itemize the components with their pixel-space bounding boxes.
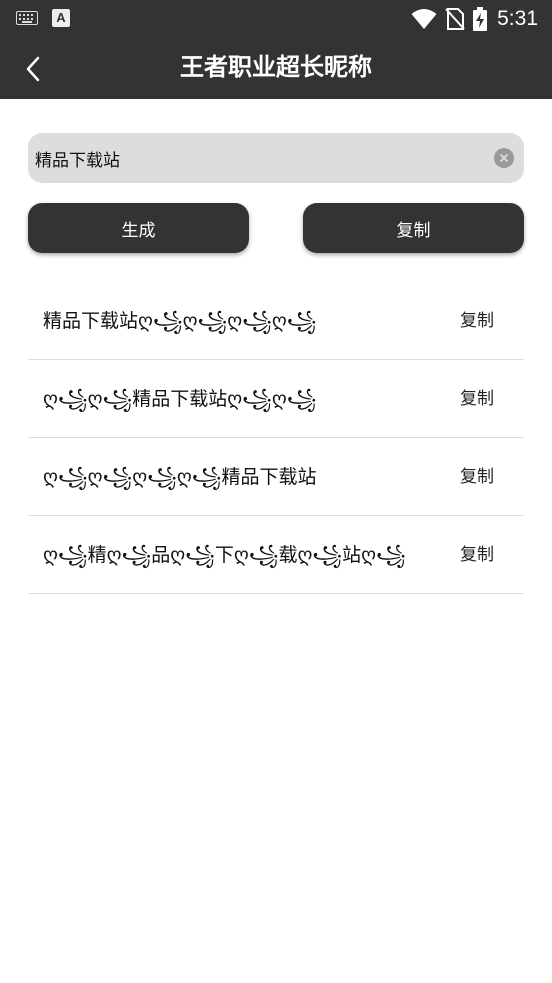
result-row: ღ꧁精ღ꧁品ღ꧁下ღ꧁载ღ꧁站ღ꧁ 复制 — [28, 516, 524, 594]
clock: 5:31 — [497, 7, 538, 30]
status-bar: A 5:31 — [0, 0, 552, 38]
battery-charging-icon — [473, 7, 488, 31]
copy-button[interactable]: 复制 — [303, 203, 524, 253]
nickname-input-container — [28, 133, 524, 183]
row-copy-button[interactable]: 复制 — [460, 438, 494, 516]
row-copy-button[interactable]: 复制 — [460, 360, 494, 438]
result-text: ღ꧁ღ꧁精品下载站ღ꧁ღ꧁ — [43, 387, 317, 410]
result-row: 精品下载站ღ꧁ღ꧁ღ꧁ღ꧁ 复制 — [28, 282, 524, 360]
result-row: ღ꧁ღ꧁精品下载站ღ꧁ღ꧁ 复制 — [28, 360, 524, 438]
back-button[interactable] — [16, 52, 50, 86]
app-bar: 王者职业超长昵称 — [0, 38, 552, 99]
status-left: A — [16, 9, 70, 27]
status-right: 5:31 — [403, 6, 538, 32]
result-list: 精品下载站ღ꧁ღ꧁ღ꧁ღ꧁ 复制 ღ꧁ღ꧁精品下载站ღ꧁ღ꧁ 复制 ღ꧁ღ꧁ღ꧁… — [28, 282, 524, 594]
row-copy-button[interactable]: 复制 — [460, 282, 494, 360]
page-title: 王者职业超长昵称 — [180, 53, 372, 81]
result-text: ღ꧁ღ꧁ღ꧁ღ꧁精品下载站 — [43, 465, 317, 488]
result-text: 精品下载站ღ꧁ღ꧁ღ꧁ღ꧁ — [43, 309, 317, 332]
chevron-left-icon — [26, 56, 40, 82]
keyboard-icon — [16, 11, 38, 25]
wifi-icon — [411, 9, 437, 29]
clear-icon — [499, 153, 509, 163]
nickname-input[interactable] — [28, 133, 478, 183]
row-copy-button[interactable]: 复制 — [460, 516, 494, 594]
result-text: ღ꧁精ღ꧁品ღ꧁下ღ꧁载ღ꧁站ღ꧁ — [43, 543, 406, 566]
clear-button[interactable] — [494, 148, 514, 168]
result-row: ღ꧁ღ꧁ღ꧁ღ꧁精品下载站 复制 — [28, 438, 524, 516]
generate-button[interactable]: 生成 — [28, 203, 249, 253]
no-sim-icon — [445, 8, 465, 30]
a-app-icon: A — [52, 9, 70, 27]
